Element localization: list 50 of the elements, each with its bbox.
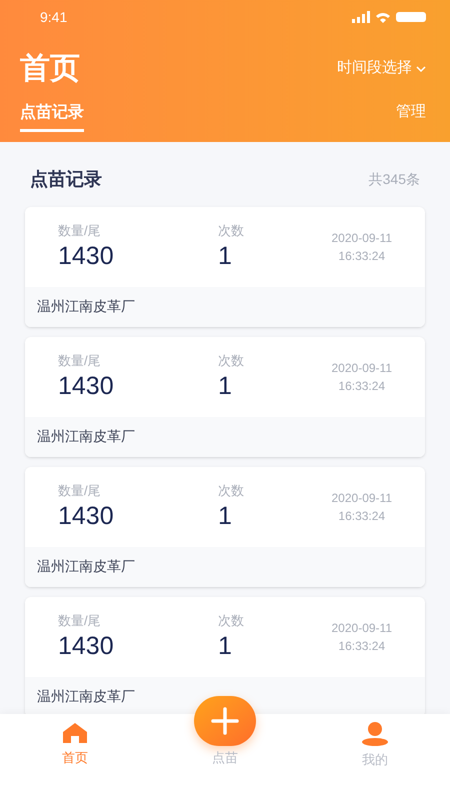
company-name: 温州江南皮革厂 (37, 298, 135, 314)
quantity-label: 数量/尾 (58, 222, 102, 240)
quantity-value: 1430 (58, 500, 115, 532)
quantity-label: 数量/尾 (58, 612, 102, 630)
add-button[interactable] (194, 696, 256, 746)
quantity-value: 1430 (58, 370, 115, 402)
wifi-icon (376, 12, 390, 22)
record-card[interactable]: 数量/尾 1430 次数 1 2020-09-11 16:33:24 温州江南皮革厂 (25, 337, 425, 457)
tab[interactable]: 点苗记录 (20, 101, 84, 132)
quantity-label: 数量/尾 (58, 352, 102, 370)
times-label: 次数 (218, 352, 245, 370)
times-value: 1 (218, 500, 233, 532)
plus-icon (211, 707, 239, 735)
record-time: 16:33:24 (338, 248, 386, 265)
times-value: 1 (218, 630, 233, 662)
battery-icon (396, 12, 426, 22)
nav-tab[interactable]: 首页 (0, 714, 150, 800)
manage-button[interactable]: 管理 (396, 101, 426, 124)
quantity-value: 1430 (58, 630, 115, 662)
record-count: 共345条 (368, 170, 420, 189)
signal-icon (352, 11, 370, 23)
home-icon (62, 722, 88, 744)
record-card[interactable]: 数量/尾 1430 次数 1 2020-09-11 16:33:24 温州江南皮革厂 (25, 467, 425, 587)
times-label: 次数 (218, 612, 245, 630)
record-date: 2020-09-11 (332, 230, 392, 247)
times-value: 1 (218, 240, 233, 272)
company-name: 温州江南皮革厂 (37, 428, 135, 444)
times-value: 1 (218, 370, 233, 402)
quantity-label: 数量/尾 (58, 482, 102, 500)
quantity-value: 1430 (58, 240, 115, 272)
chevron-down-icon (416, 66, 426, 72)
record-time: 16:33:24 (338, 378, 386, 395)
page-title: 首页 (20, 51, 80, 87)
record-card[interactable]: 数量/尾 1430 次数 1 2020-09-11 16:33:24 温州江南皮革厂 (25, 207, 425, 327)
nav-tab[interactable]: 我的 (300, 714, 450, 800)
times-label: 次数 (218, 482, 245, 500)
record-time: 16:33:24 (338, 508, 386, 525)
company-name: 温州江南皮革厂 (37, 558, 135, 574)
record-date: 2020-09-11 (332, 360, 392, 377)
nav-label: 点苗 (212, 749, 238, 767)
record-date: 2020-09-11 (332, 620, 392, 637)
status-time: 9:41 (40, 8, 68, 26)
record-date: 2020-09-11 (332, 490, 392, 507)
record-card[interactable]: 数量/尾 1430 次数 1 2020-09-11 16:33:24 温州江南皮革厂 (25, 597, 425, 717)
record-time: 16:33:24 (338, 638, 386, 655)
section-title: 点苗记录 (30, 168, 102, 191)
company-name: 温州江南皮革厂 (37, 688, 135, 704)
person-icon (362, 722, 388, 746)
times-label: 次数 (218, 222, 245, 240)
time-range-dropdown[interactable]: 时间段选择 (337, 57, 426, 80)
